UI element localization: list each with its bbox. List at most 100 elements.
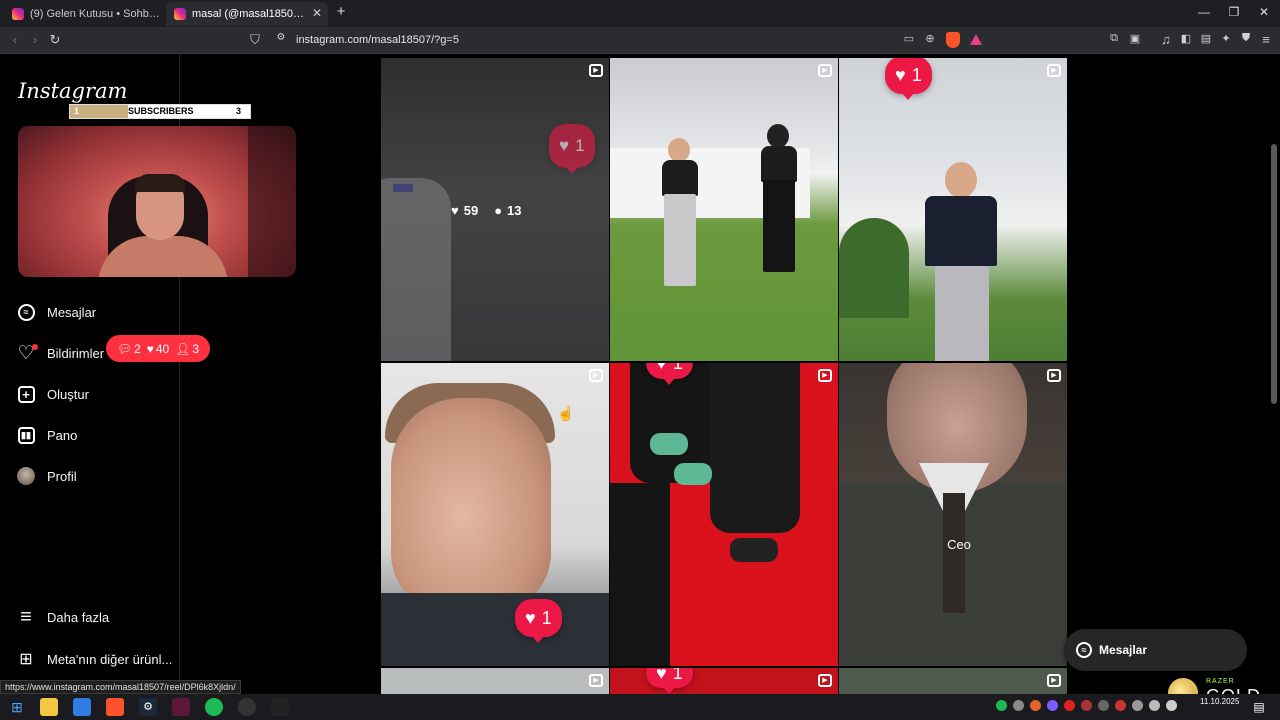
browser-nav-bar: ‹ › ↻ ⛉ ⚙ instagram.com/masal18507/?g=5 … [0,27,1280,54]
close-window-icon[interactable]: ✕ [1254,5,1274,19]
reel-icon: ▶ [818,64,832,77]
sidebar-item-messages[interactable]: ≈ Mesajlar [16,300,96,324]
tab-title: masal (@masal18507) • Instagram [192,8,310,20]
notifications-center-icon[interactable]: ▤ [1250,698,1268,716]
tray-icon[interactable] [1115,700,1126,711]
tray-volume-icon[interactable] [1166,700,1177,711]
chart-icon: ▮▮ [16,425,36,445]
steam-icon[interactable]: ⚙ [139,698,157,716]
tray-spotify-icon[interactable] [996,700,1007,711]
tray-icon[interactable] [1030,700,1041,711]
minimize-icon[interactable]: — [1194,5,1214,19]
extensions-icon[interactable]: ⧉ [1105,32,1123,45]
post-tile[interactable]: ▶ [839,668,1067,694]
follow-count: 👤︎ 3 [175,341,200,356]
heart-icon: ♥ [146,341,154,356]
sidebar-meta[interactable]: ⊞ Meta'nın diğer ürünl... [16,647,172,671]
post-caption: Ceo [947,537,971,552]
bookmark-icon[interactable]: ⛉ [246,32,264,48]
brave-rewards-icon[interactable] [970,34,982,45]
sidebar-toggle-icon[interactable]: ◧ [1177,32,1195,45]
tray-icon[interactable] [1047,700,1058,711]
post-tile[interactable]: ▶ ♥1 [839,58,1067,361]
sidebar-item-dashboard[interactable]: ▮▮ Pano [16,423,77,447]
profile-post-grid: ▶ ♥1 ♥59 ●13 ▶ ▶ ♥1 ▶ ♥1 ▶ ♥1 [381,58,1067,694]
sidebar-item-label: Bildirimler [47,345,105,361]
close-tab-icon[interactable]: ✕ [312,6,322,20]
tray-icon[interactable] [1132,700,1143,711]
subscribers-label: SUBSCRIBERS [128,106,194,116]
avatar-icon [16,466,36,486]
brave-taskbar-icon[interactable] [106,698,124,716]
messenger-icon: ≈ [16,302,36,322]
screenshot-icon[interactable]: ▣ [1126,32,1144,45]
reel-icon: ▶ [1047,369,1061,382]
music-icon[interactable]: ♫ [1157,32,1175,47]
notification-summary-pill[interactable]: 💬︎ 2 ♥ 40 👤︎ 3 [106,335,210,362]
heart-icon: ♥ [656,363,667,374]
new-tab-button[interactable]: + [331,3,351,20]
spotify-icon[interactable] [205,698,223,716]
page-scrollbar[interactable] [1269,54,1280,694]
messages-float-button[interactable]: ≈ Mesajlar [1064,629,1247,671]
obs-icon[interactable] [238,698,256,716]
taskbar-clock[interactable]: 11.10.2025 [1200,697,1239,707]
heart-icon: ♥ [559,136,570,155]
messages-float-label: Mesajlar [1099,643,1148,657]
menu-icon[interactable]: ≡ [1257,32,1275,47]
tray-icon[interactable] [1064,700,1075,711]
post-tile[interactable]: ▶ [610,58,838,361]
tray-icon[interactable] [1081,700,1092,711]
sidebar-more[interactable]: ≡ Daha fazla [16,605,109,629]
sidebar-item-notifications[interactable]: ♡ Bildirimler [16,341,104,365]
reload-icon[interactable]: ↻ [46,32,64,48]
webcam-overlay [18,126,296,277]
zoom-icon[interactable]: ⊕ [921,32,939,45]
app-icon-2[interactable] [271,698,289,716]
instagram-logo[interactable]: Instagram [18,79,127,103]
leo-ai-icon[interactable]: ✦ [1217,32,1235,45]
app-icon[interactable] [172,698,190,716]
sidebar-item-label: Oluştur [47,386,89,402]
cast-icon[interactable]: ▭ [900,32,918,45]
heart-reaction-badge: ♥1 [515,599,562,643]
post-tile[interactable]: ▶ ♥ 1 ♥ 59 ● 13 [381,58,609,361]
tray-icon[interactable] [1013,700,1024,711]
brave-shields-icon[interactable] [946,32,960,48]
post-tile[interactable]: ▶ Ceo [839,363,1067,666]
mouse-cursor-icon: ☝ [557,405,575,421]
sidebar-more-label: Daha fazla [47,609,110,625]
subscribers-goal: 3 [236,106,242,116]
heart-icon: ♥ [895,64,906,85]
browser-tab-bar: (9) Gelen Kutusu • Sohbetler masal (@mas… [0,0,1280,27]
overlay-brand-top: RAZER [1206,678,1235,685]
wallet-icon[interactable]: ▤ [1197,32,1215,45]
scrollbar-thumb[interactable] [1271,144,1277,404]
tab-profile[interactable]: masal (@masal18507) • Instagram ✕ [166,2,328,26]
vpn-shield-icon[interactable]: ⛊ [1237,32,1255,45]
reel-icon: ▶ [589,369,603,382]
sidebar-item-profile[interactable]: Profil [16,464,77,488]
tray-network-icon[interactable] [1149,700,1160,711]
tray-icon[interactable] [1098,700,1109,711]
notification-dot [32,344,38,350]
restore-icon[interactable]: ❐ [1224,5,1244,19]
sidebar-item-label: Profil [47,468,77,484]
post-tile[interactable]: ▶ ♥1 [610,363,838,666]
reel-icon: ▶ [589,674,603,687]
post-tile[interactable]: ▶ [381,668,609,694]
windows-start-icon[interactable]: ⊞ [8,698,26,716]
file-explorer-icon[interactable] [40,698,58,716]
post-tile[interactable]: ▶ ♥1 [610,668,838,694]
subscribers-current: 1 [70,105,128,118]
post-tile[interactable]: ▶ ♥1 [381,363,609,666]
store-icon[interactable] [73,698,91,716]
forward-icon[interactable]: › [26,32,44,47]
sidebar-item-create[interactable]: + Oluştur [16,382,89,406]
heart-reaction-badge: ♥1 [549,124,595,174]
address-bar[interactable]: instagram.com/masal18507/?g=5 [296,34,459,46]
site-info-icon[interactable]: ⚙ [272,32,290,43]
tab-inbox[interactable]: (9) Gelen Kutusu • Sohbetler [4,2,164,26]
person-icon: 👤︎ [175,341,191,356]
back-icon[interactable]: ‹ [6,32,24,47]
